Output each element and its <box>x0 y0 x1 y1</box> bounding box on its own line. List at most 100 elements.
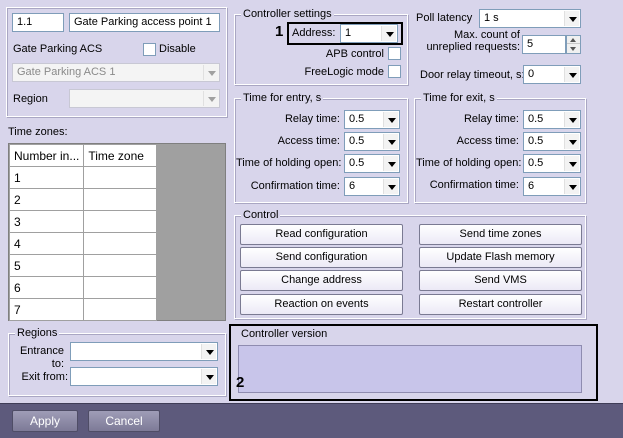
entry-holding-open-value: 0.5 <box>349 157 365 169</box>
row-number: 5 <box>8 254 85 277</box>
regions-title: Regions <box>15 327 60 339</box>
table-row[interactable]: 7 <box>8 298 158 321</box>
chevron-down-icon <box>203 91 218 106</box>
read-configuration-button[interactable]: Read configuration <box>240 224 403 245</box>
chevron-down-icon <box>383 134 398 149</box>
callout-number-1: 1 <box>275 23 284 40</box>
spin-up-icon[interactable] <box>567 36 580 44</box>
exit-holding-open-select[interactable]: 0.5 <box>523 154 581 173</box>
entry-access-time-select[interactable]: 0.5 <box>344 132 400 151</box>
exit-holding-open-value: 0.5 <box>528 157 544 169</box>
exit-relay-time-select[interactable]: 0.5 <box>523 110 581 129</box>
disable-label: Disable <box>159 43 196 55</box>
apb-control-checkbox[interactable] <box>388 47 401 60</box>
chevron-down-icon <box>383 156 398 171</box>
table-row[interactable]: 3 <box>8 210 158 233</box>
chevron-down-icon <box>383 112 398 127</box>
chevron-down-icon <box>564 179 579 194</box>
table-row[interactable]: 6 <box>8 276 158 299</box>
row-time-zone[interactable] <box>83 254 158 277</box>
chevron-down-icon <box>201 369 216 384</box>
parent-acs-select-value: Gate Parking ACS 1 <box>17 66 116 78</box>
time-zones-grid[interactable]: Number in... Time zone 1 2 3 4 5 6 7 <box>8 143 226 321</box>
row-time-zone[interactable] <box>83 188 158 211</box>
table-row[interactable]: 2 <box>8 188 158 211</box>
restart-controller-button[interactable]: Restart controller <box>419 294 582 315</box>
row-time-zone[interactable] <box>83 210 158 233</box>
apply-button[interactable]: Apply <box>12 410 78 432</box>
row-number: 6 <box>8 276 85 299</box>
entry-relay-time-select[interactable]: 0.5 <box>344 110 400 129</box>
row-number: 2 <box>8 188 85 211</box>
exit-from-label: Exit from: <box>21 371 68 383</box>
parent-acs-label: Gate Parking ACS <box>13 43 103 55</box>
entrance-select[interactable] <box>70 342 218 361</box>
max-count-field[interactable]: 5 <box>522 35 566 54</box>
chevron-down-icon <box>381 26 396 41</box>
table-row[interactable]: 5 <box>8 254 158 277</box>
exit-access-time-label: Access time: <box>456 135 519 147</box>
controller-version-field <box>238 345 582 393</box>
column-header-number[interactable]: Number in... <box>8 144 85 167</box>
entry-access-time-label: Access time: <box>277 135 340 147</box>
row-time-zone[interactable] <box>83 298 158 321</box>
access-point-name-field[interactable]: Gate Parking access point 1 <box>69 13 220 32</box>
exit-confirmation-time-select[interactable]: 6 <box>523 177 581 196</box>
column-header-time-zone[interactable]: Time zone <box>83 144 158 167</box>
address-select-value: 1 <box>345 27 352 39</box>
entrance-label: Entrance to: <box>19 345 64 370</box>
time-for-entry-title: Time for entry, s <box>241 92 324 104</box>
chevron-down-icon <box>201 344 216 359</box>
poll-latency-select[interactable]: 1 s <box>479 9 581 28</box>
region-label: Region <box>13 93 48 105</box>
send-vms-button[interactable]: Send VMS <box>419 270 582 291</box>
exit-access-time-select[interactable]: 0.5 <box>523 132 581 151</box>
entry-holding-open-label: Time of holding open: <box>236 157 342 169</box>
callout-number-2: 2 <box>236 374 245 391</box>
row-time-zone[interactable] <box>83 232 158 255</box>
reaction-on-events-button[interactable]: Reaction on events <box>240 294 403 315</box>
exit-confirmation-time-label: Confirmation time: <box>429 179 519 191</box>
table-row[interactable]: 4 <box>8 232 158 255</box>
chevron-down-icon <box>564 11 579 26</box>
chevron-down-icon <box>564 112 579 127</box>
disable-checkbox[interactable] <box>143 43 156 56</box>
door-relay-timeout-select[interactable]: 0 <box>523 65 581 84</box>
send-time-zones-button[interactable]: Send time zones <box>419 224 582 245</box>
region-select[interactable] <box>69 89 220 108</box>
exit-from-select[interactable] <box>70 367 218 386</box>
freelogic-mode-checkbox[interactable] <box>388 65 401 78</box>
exit-relay-time-value: 0.5 <box>528 113 544 125</box>
row-time-zone[interactable] <box>83 166 158 189</box>
time-for-exit-title: Time for exit, s <box>421 92 497 104</box>
row-number: 7 <box>8 298 85 321</box>
row-time-zone[interactable] <box>83 276 158 299</box>
entry-holding-open-select[interactable]: 0.5 <box>344 154 400 173</box>
entry-relay-time-label: Relay time: <box>284 113 340 125</box>
table-row[interactable]: 1 <box>8 166 158 189</box>
chevron-down-icon <box>383 179 398 194</box>
time-zones-label: Time zones: <box>8 126 68 138</box>
chevron-down-icon <box>203 65 218 80</box>
exit-confirmation-time-value: 6 <box>528 180 535 192</box>
address-select[interactable]: 1 <box>340 24 398 43</box>
update-flash-memory-button[interactable]: Update Flash memory <box>419 247 582 268</box>
freelogic-mode-label: FreeLogic mode <box>304 66 385 78</box>
parent-acs-select[interactable]: Gate Parking ACS 1 <box>12 63 220 82</box>
control-title: Control <box>241 209 281 221</box>
row-number: 3 <box>8 210 85 233</box>
change-address-button[interactable]: Change address <box>240 270 403 291</box>
cancel-button[interactable]: Cancel <box>88 410 160 432</box>
send-configuration-button[interactable]: Send configuration <box>240 247 403 268</box>
access-point-id-field[interactable]: 1.1 <box>12 13 64 32</box>
max-count-spinner[interactable] <box>566 35 581 54</box>
entry-relay-time-value: 0.5 <box>349 113 365 125</box>
poll-latency-label: Poll latency <box>416 12 473 24</box>
max-count-label: Max. count of unreplied requests: <box>426 29 520 53</box>
exit-access-time-value: 0.5 <box>528 135 544 147</box>
exit-holding-open-label: Time of holding open: <box>416 157 522 169</box>
controller-settings-title: Controller settings <box>241 8 334 20</box>
entry-confirmation-time-select[interactable]: 6 <box>344 177 400 196</box>
chevron-down-icon <box>564 156 579 171</box>
spin-down-icon[interactable] <box>567 45 580 53</box>
